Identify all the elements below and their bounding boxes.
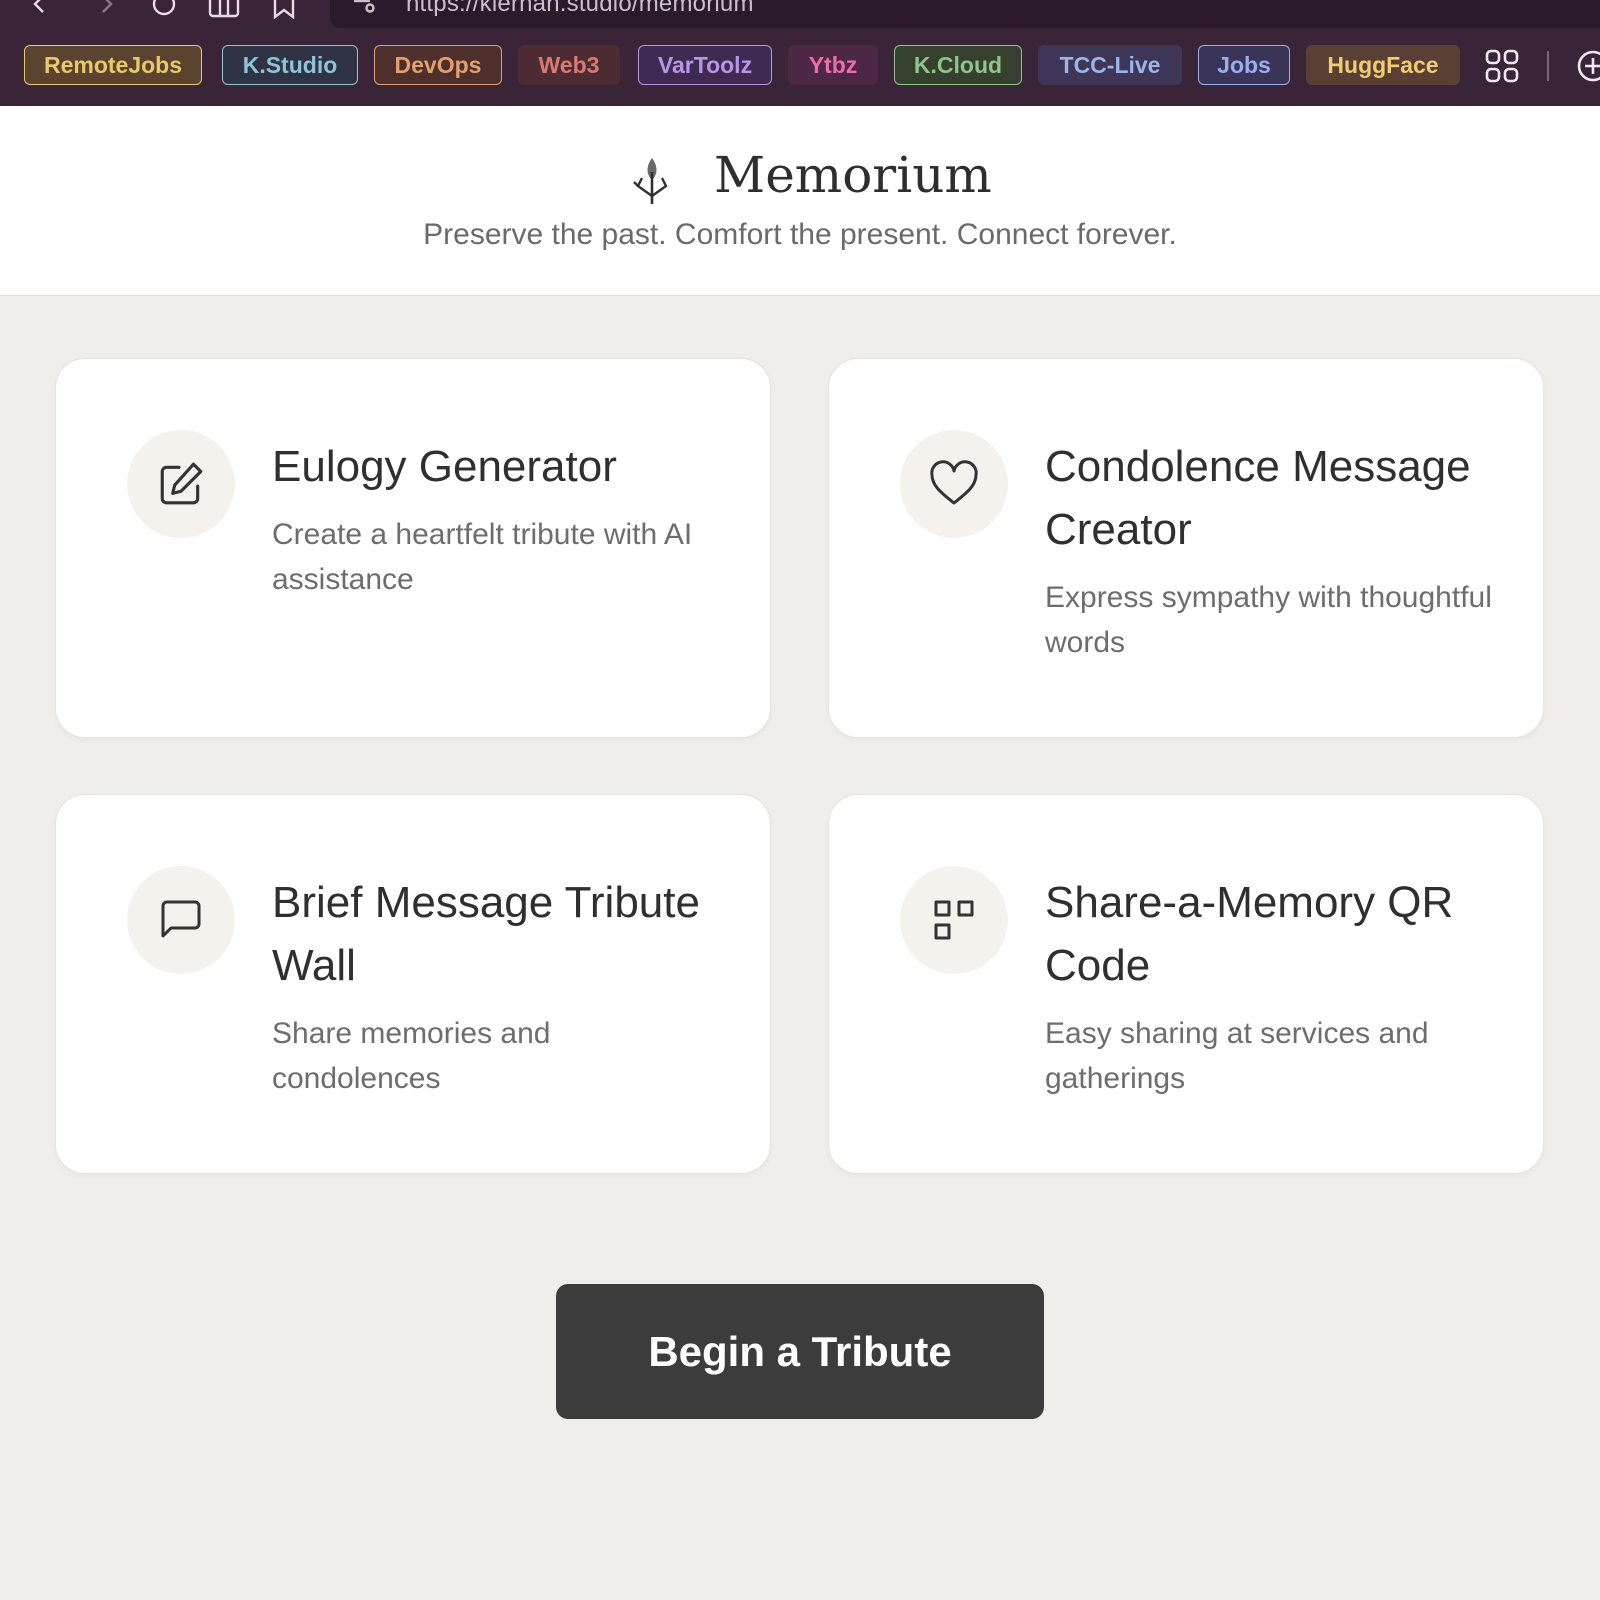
edit-icon (160, 462, 203, 505)
forward-button[interactable] (86, 0, 126, 22)
bookmark-vartoolz[interactable]: VarToolz (638, 45, 772, 85)
card-description: Share memories and condolences (272, 1017, 551, 1095)
site-header: Memorium Preserve the past. Comfort the … (0, 106, 1600, 296)
tagline: Preserve the past. Comfort the present. … (423, 218, 1177, 251)
reload-button[interactable] (144, 0, 184, 22)
chevron-right-icon (102, 0, 113, 13)
browser-chrome: https://kiernan.studio/memorium RemoteJo… (0, 0, 1600, 106)
qr-code-icon (934, 900, 974, 940)
bookmark-tcc-live[interactable]: TCC-Live (1038, 45, 1182, 85)
message-icon (161, 900, 201, 938)
bookmark-devops[interactable]: DevOps (374, 45, 502, 85)
browser-nav-row: https://kiernan.studio/memorium (0, 0, 1600, 30)
reload-icon (152, 0, 176, 16)
address-bar[interactable]: https://kiernan.studio/memorium (330, 0, 1600, 28)
card-brief-message-tribute-wall[interactable]: Brief Message Tribute Wall Share memorie… (55, 794, 771, 1174)
bookmark-ytbz[interactable]: Ytbz (788, 45, 878, 85)
card-icon-container (127, 866, 235, 974)
extension-icon[interactable] (1576, 49, 1600, 83)
bookmark-jobs[interactable]: Jobs (1198, 45, 1290, 85)
bookmark-kstudio[interactable]: K.Studio (222, 45, 358, 85)
bookmark-remotejobs[interactable]: RemoteJobs (24, 45, 202, 85)
library-button[interactable] (204, 0, 244, 22)
card-eulogy-generator[interactable]: Eulogy Generator Create a heartfelt trib… (55, 358, 771, 738)
heart-icon (930, 460, 978, 505)
card-title: Condolence Message Creator (1045, 442, 1471, 554)
card-title: Eulogy Generator (272, 442, 617, 491)
card-condolence-message-creator[interactable]: Condolence Message Creator Express sympa… (828, 358, 1544, 738)
brand-name: Memorium (714, 146, 992, 204)
bookmark-huggface[interactable]: HuggFace (1306, 45, 1460, 85)
card-description: Easy sharing at services and gatherings (1045, 1017, 1429, 1095)
bookmark-web3[interactable]: Web3 (518, 45, 620, 85)
card-share-a-memory-qr-code[interactable]: Share-a-Memory QR Code Easy sharing at s… (828, 794, 1544, 1174)
bookmarks-divider (1547, 51, 1549, 81)
back-button[interactable] (20, 0, 60, 22)
card-icon-container (127, 430, 235, 538)
card-icon-container (900, 430, 1008, 538)
site-settings-icon (354, 0, 375, 13)
bookmark-icon (273, 0, 295, 19)
bookmark-kcloud[interactable]: K.Cloud (894, 45, 1022, 85)
begin-tribute-button[interactable]: Begin a Tribute (556, 1284, 1044, 1419)
chevron-left-icon (33, 0, 44, 13)
card-description: Express sympathy with thoughtful words (1045, 581, 1492, 659)
card-title: Brief Message Tribute Wall (272, 878, 700, 990)
tree-logo-icon (633, 158, 668, 204)
bookmark-button[interactable] (264, 0, 304, 22)
card-title: Share-a-Memory QR Code (1045, 878, 1454, 990)
card-icon-container (900, 866, 1008, 974)
grid-icon[interactable] (1484, 48, 1520, 84)
url-text: https://kiernan.studio/memorium (406, 0, 754, 17)
library-icon (208, 0, 240, 18)
card-description: Create a heartfelt tribute with AI assis… (272, 518, 693, 596)
bookmarks-bar: RemoteJobs K.Studio DevOps Web3 VarToolz… (0, 45, 1600, 87)
